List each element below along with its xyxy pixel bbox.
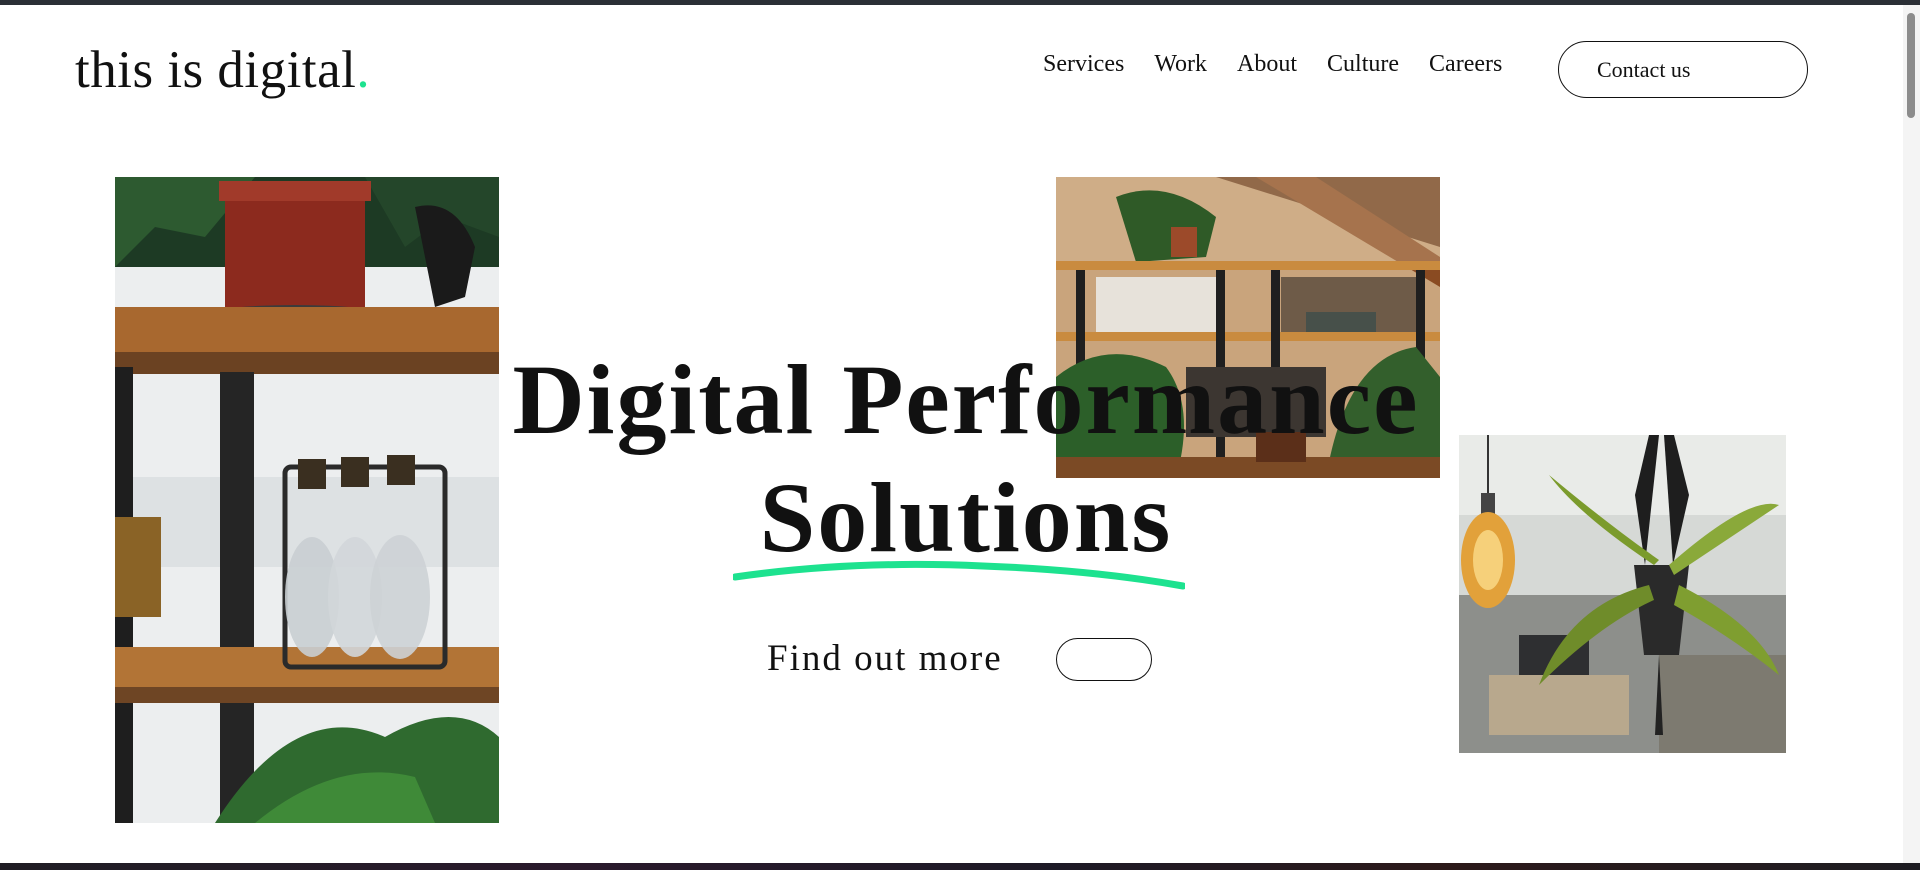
contact-us-button[interactable]: Contact us — [1558, 41, 1808, 98]
page-scrollbar[interactable] — [1903, 5, 1920, 863]
scrollbar-thumb[interactable] — [1907, 13, 1915, 118]
nav-item-careers[interactable]: Careers — [1429, 52, 1502, 76]
nav-item-about[interactable]: About — [1237, 52, 1297, 76]
main-nav: Services Work About Culture Careers — [1043, 52, 1502, 76]
window-top-strip — [0, 0, 1920, 5]
find-out-more-link[interactable]: Find out more — [767, 640, 1003, 677]
hero-underline-accent — [733, 560, 1185, 590]
find-out-more-button[interactable] — [1056, 638, 1152, 681]
nav-item-culture[interactable]: Culture — [1327, 52, 1399, 76]
nav-item-work[interactable]: Work — [1154, 52, 1207, 76]
hero-title-line-1: Digital Performance — [512, 344, 1420, 455]
logo-dot: . — [356, 41, 371, 99]
site-logo[interactable]: this is digital. — [75, 44, 370, 97]
hero-title-line-2: Solutions — [759, 462, 1173, 573]
next-section-edge — [0, 863, 1920, 870]
nav-item-services[interactable]: Services — [1043, 52, 1124, 76]
logo-text: this is digital — [75, 41, 357, 99]
